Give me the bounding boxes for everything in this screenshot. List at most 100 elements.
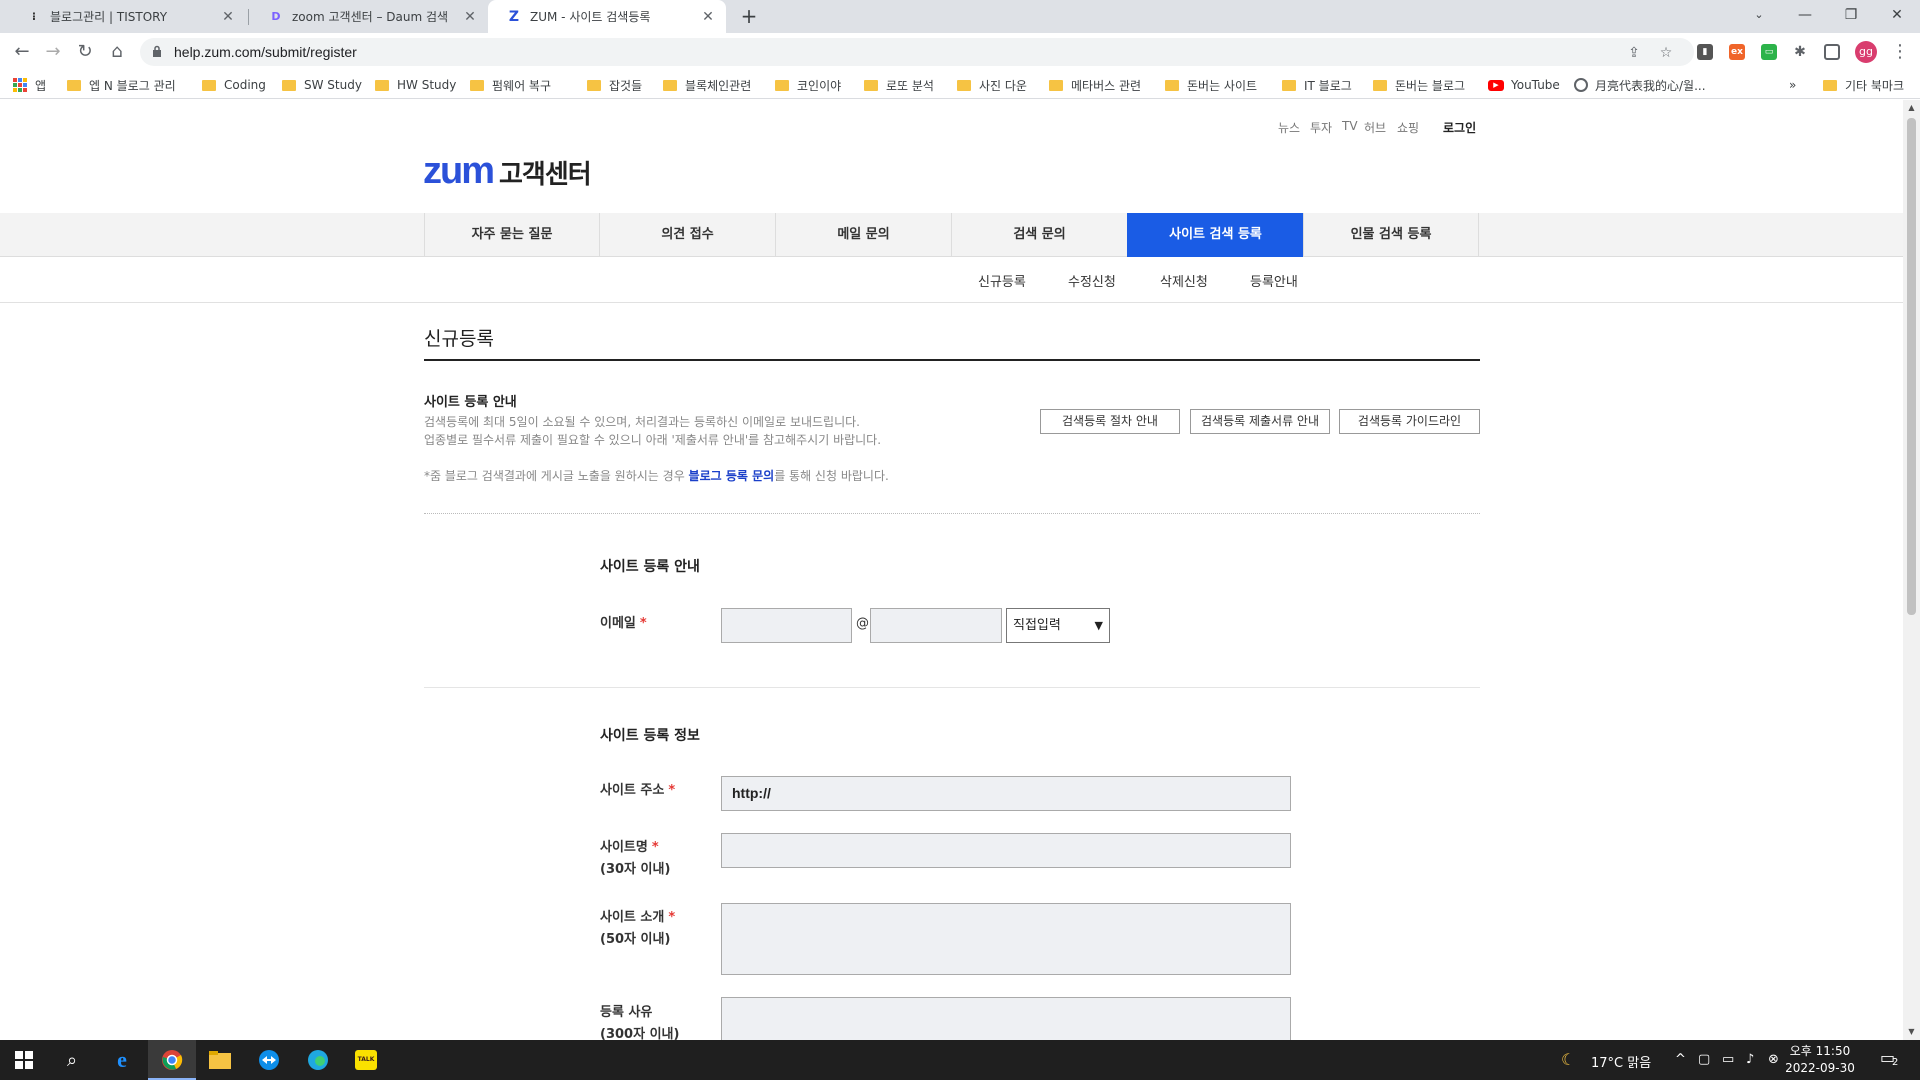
- ie-icon[interactable]: e: [110, 1047, 134, 1072]
- bookmark-apps[interactable]: 앱: [13, 76, 46, 94]
- gnb-faq[interactable]: 자주 묻는 질문: [424, 213, 599, 257]
- bookmark-star-icon[interactable]: ☆: [1657, 45, 1675, 61]
- bookmark-folder[interactable]: 블록체인관련: [663, 76, 751, 94]
- util-link-hub[interactable]: 허브: [1364, 119, 1386, 136]
- bookmark-folder[interactable]: 돈버는 블로그: [1373, 76, 1465, 94]
- teamviewer-icon[interactable]: [257, 1048, 281, 1072]
- site-name-input[interactable]: [721, 833, 1291, 868]
- bookmark-folder-other[interactable]: 기타 북마크: [1823, 76, 1904, 94]
- search-icon[interactable]: ⌕: [60, 1048, 84, 1072]
- lnb-new-register[interactable]: 신규등록: [978, 271, 1026, 290]
- bookmark-folder[interactable]: 코인이야: [775, 76, 841, 94]
- blog-register-link[interactable]: 블로그 등록 문의: [689, 469, 775, 483]
- extension-icon[interactable]: ▭: [1761, 44, 1777, 60]
- forward-icon[interactable]: →: [41, 40, 65, 64]
- email-domain-select[interactable]: 직접입력 ▼: [1006, 608, 1110, 643]
- bookmarks-overflow-button[interactable]: »: [1789, 76, 1796, 94]
- email-id-input[interactable]: [721, 608, 852, 643]
- info-note: *줌 블로그 검색결과에 게시글 노출을 원하시는 경우 블로그 등록 문의를 …: [424, 467, 889, 484]
- volume-icon[interactable]: ♪: [1746, 1052, 1754, 1067]
- scroll-up-icon[interactable]: ▲: [1907, 104, 1916, 112]
- notification-icon[interactable]: ▭ 2: [1880, 1048, 1902, 1070]
- kakaotalk-icon[interactable]: TALK: [354, 1048, 378, 1072]
- restore-button[interactable]: ❐: [1828, 0, 1874, 30]
- bookmark-folder[interactable]: SW Study: [282, 76, 362, 94]
- scroll-down-icon[interactable]: ▼: [1907, 1028, 1916, 1036]
- close-icon[interactable]: ✕: [700, 9, 716, 25]
- page-scrollbar[interactable]: ▲ ▼: [1903, 100, 1920, 1040]
- info-title: 사이트 등록 안내: [424, 395, 517, 410]
- gnb-search-inquiry[interactable]: 검색 문의: [951, 213, 1127, 257]
- side-panel-icon[interactable]: [1824, 44, 1840, 60]
- site-intro-textarea[interactable]: [721, 903, 1291, 975]
- tab-zum[interactable]: Z ZUM - 사이트 검색등록 ✕: [488, 0, 726, 33]
- home-icon[interactable]: ⌂: [105, 40, 129, 64]
- email-domain-input[interactable]: [870, 608, 1002, 643]
- puzzle-icon[interactable]: ✱: [1792, 44, 1808, 60]
- share-icon[interactable]: ⇪: [1625, 45, 1643, 61]
- clock[interactable]: 오후 11:50 2022-09-30: [1785, 1043, 1855, 1077]
- util-link-news[interactable]: 뉴스: [1278, 119, 1300, 136]
- bookmark-folder[interactable]: 로또 분석: [864, 76, 934, 94]
- documents-guide-button[interactable]: 검색등록 제출서류 안내: [1190, 409, 1330, 434]
- reload-icon[interactable]: ↻: [73, 40, 97, 64]
- chevron-up-icon[interactable]: ^: [1675, 1052, 1686, 1067]
- bookmark-folder[interactable]: 엡 N 블로그 관리: [67, 76, 176, 94]
- file-explorer-icon[interactable]: [208, 1048, 232, 1072]
- procedure-guide-button[interactable]: 검색등록 절차 안내: [1040, 409, 1180, 434]
- meet-icon[interactable]: ▢: [1698, 1052, 1710, 1067]
- menu-icon[interactable]: ⋮: [1888, 40, 1912, 64]
- lnb-delete-request[interactable]: 삭제신청: [1160, 271, 1208, 290]
- bookmark-folder[interactable]: IT 블로그: [1282, 76, 1352, 94]
- bookmark-folder[interactable]: 잡것들: [587, 76, 642, 94]
- util-link-shopping[interactable]: 쇼핑: [1397, 119, 1419, 136]
- site-url-input[interactable]: http://: [721, 776, 1291, 811]
- apps-icon: [13, 78, 27, 92]
- avatar[interactable]: gg: [1855, 41, 1877, 63]
- window-close-button[interactable]: ✕: [1874, 0, 1920, 30]
- tab-tistory[interactable]: ⁝ 블로그관리 | TISTORY ✕: [8, 0, 246, 33]
- windows-start-icon[interactable]: [12, 1048, 36, 1072]
- new-tab-button[interactable]: +: [737, 4, 761, 28]
- close-icon[interactable]: ✕: [220, 9, 236, 25]
- bookmark-folder[interactable]: Coding: [202, 76, 266, 94]
- chrome-icon[interactable]: [160, 1048, 184, 1072]
- address-bar[interactable]: help.zum.com/submit/register ⇪ ☆: [140, 38, 1694, 66]
- edge-icon[interactable]: [306, 1048, 330, 1072]
- folder-icon: [1282, 79, 1296, 91]
- gnb-site-search-register[interactable]: 사이트 검색 등록: [1127, 213, 1303, 257]
- zum-logo[interactable]: zum 고객센터: [423, 150, 592, 192]
- gnb-person-search-register[interactable]: 인물 검색 등록: [1303, 213, 1479, 257]
- extension-icon[interactable]: ▮: [1697, 44, 1713, 60]
- network-icon[interactable]: ▭: [1722, 1052, 1734, 1067]
- bookmark-link[interactable]: 月亮代表我的心/월...: [1574, 76, 1706, 94]
- bookmark-folder[interactable]: HW Study: [375, 76, 456, 94]
- bookmark-youtube[interactable]: ▶ YouTube: [1488, 76, 1560, 94]
- folder-icon: [1049, 79, 1063, 91]
- weather-text[interactable]: 17°C 맑음: [1591, 1052, 1651, 1071]
- lnb-register-guide[interactable]: 등록안내: [1250, 271, 1298, 290]
- divider: [424, 359, 1480, 361]
- label-hint: (50자 이내): [600, 932, 671, 947]
- bookmark-folder[interactable]: 돈버는 사이트: [1165, 76, 1257, 94]
- util-link-tv[interactable]: TV: [1342, 119, 1358, 133]
- bookmark-folder[interactable]: 펌웨어 복구: [470, 76, 551, 94]
- bookmark-folder[interactable]: 메타버스 관련: [1049, 76, 1141, 94]
- minimize-button[interactable]: —: [1782, 0, 1828, 30]
- label-text: 이메일: [600, 616, 636, 631]
- back-icon[interactable]: ←: [10, 40, 34, 64]
- tab-search-icon[interactable]: ⌄: [1736, 0, 1782, 30]
- util-link-invest[interactable]: 투자: [1310, 119, 1332, 136]
- reason-textarea[interactable]: [721, 997, 1291, 1040]
- tab-daum[interactable]: D zoom 고객센터 – Daum 검색 ✕: [250, 0, 488, 33]
- lnb-modify-request[interactable]: 수정신청: [1068, 271, 1116, 290]
- scroll-thumb[interactable]: [1907, 118, 1916, 615]
- ime-icon[interactable]: ⊗: [1768, 1052, 1779, 1067]
- close-icon[interactable]: ✕: [462, 9, 478, 25]
- gnb-feedback[interactable]: 의견 접수: [599, 213, 775, 257]
- guideline-button[interactable]: 검색등록 가이드라인: [1339, 409, 1480, 434]
- extension-icon[interactable]: ex: [1729, 44, 1745, 60]
- gnb-mail-inquiry[interactable]: 메일 문의: [775, 213, 951, 257]
- bookmark-folder[interactable]: 사진 다운: [957, 76, 1027, 94]
- login-link[interactable]: 로그인: [1443, 119, 1476, 136]
